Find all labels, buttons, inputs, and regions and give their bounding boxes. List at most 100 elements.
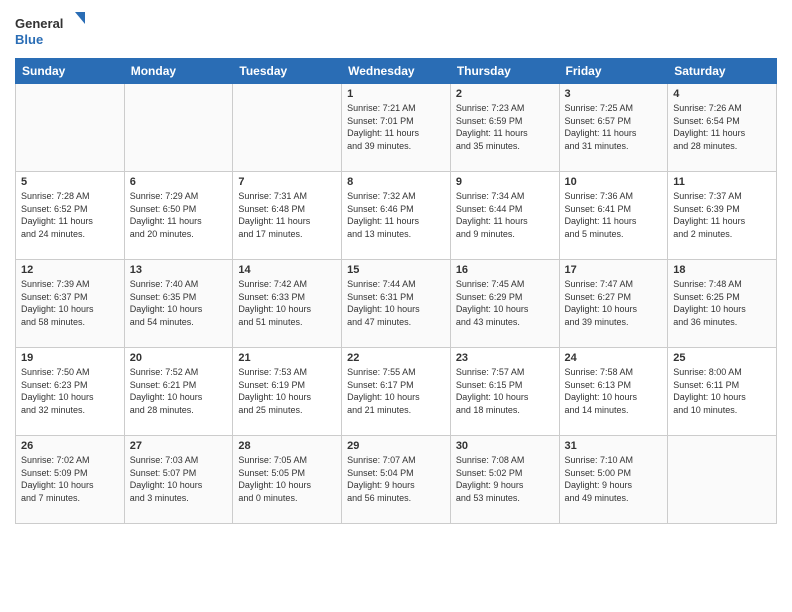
day-number: 21: [238, 352, 336, 364]
calendar-cell: [124, 84, 233, 172]
calendar-cell: 17Sunrise: 7:47 AM Sunset: 6:27 PM Dayli…: [559, 260, 668, 348]
calendar-week-5: 26 Sunrise: 7:02 AM Sunset: 5:09 PM Dayli…: [16, 436, 777, 524]
calendar-cell: 18 Sunrise: 7:48 AM Sunset: 6:25 PM Dayli…: [668, 260, 777, 348]
day-number: 5: [21, 176, 119, 188]
day-info: Sunrise: 7:50 AM Sunset: 6:23 PM Dayligh…: [21, 366, 119, 416]
day-number: 11: [673, 176, 771, 188]
weekday-header-sunday: Sunday: [16, 59, 125, 84]
day-number: 27: [130, 440, 228, 452]
calendar-container: GeneralBlue SundayMondayTuesdayWednesday…: [0, 0, 792, 534]
day-info: Sunrise: 7:10 AM Sunset: 5:00 PM Dayligh…: [565, 454, 663, 504]
weekday-header-monday: Monday: [124, 59, 233, 84]
day-info: Sunrise: 7:37 AM Sunset: 6:39 PM Dayligh…: [673, 190, 771, 240]
day-info: Sunrise: 7:53 AM Sunset: 6:19 PM Dayligh…: [238, 366, 336, 416]
calendar-cell: 16Sunrise: 7:45 AM Sunset: 6:29 PM Dayli…: [450, 260, 559, 348]
day-info: Sunrise: 7:39 AM Sunset: 6:37 PM Dayligh…: [21, 278, 119, 328]
day-info: Sunrise: 8:00 AM Sunset: 6:11 PM Dayligh…: [673, 366, 771, 416]
calendar-cell: [16, 84, 125, 172]
day-number: 4: [673, 88, 771, 100]
day-info: Sunrise: 7:31 AM Sunset: 6:48 PM Dayligh…: [238, 190, 336, 240]
day-info: Sunrise: 7:29 AM Sunset: 6:50 PM Dayligh…: [130, 190, 228, 240]
weekday-header-thursday: Thursday: [450, 59, 559, 84]
calendar-cell: 14 Sunrise: 7:42 AM Sunset: 6:33 PM Dayli…: [233, 260, 342, 348]
day-number: 22: [347, 352, 445, 364]
day-number: 3: [565, 88, 663, 100]
calendar-cell: 27 Sunrise: 7:03 AM Sunset: 5:07 PM Dayli…: [124, 436, 233, 524]
day-info: Sunrise: 7:28 AM Sunset: 6:52 PM Dayligh…: [21, 190, 119, 240]
day-info: Sunrise: 7:58 AM Sunset: 6:13 PM Dayligh…: [565, 366, 663, 416]
calendar-week-3: 12 Sunrise: 7:39 AM Sunset: 6:37 PM Dayli…: [16, 260, 777, 348]
day-info: Sunrise: 7:36 AM Sunset: 6:41 PM Dayligh…: [565, 190, 663, 240]
day-info: Sunrise: 7:23 AM Sunset: 6:59 PM Dayligh…: [456, 102, 554, 152]
day-number: 26: [21, 440, 119, 452]
day-number: 20: [130, 352, 228, 364]
calendar-cell: 28 Sunrise: 7:05 AM Sunset: 5:05 PM Dayli…: [233, 436, 342, 524]
day-number: 13: [130, 264, 228, 276]
calendar-cell: 8 Sunrise: 7:32 AM Sunset: 6:46 PM Daylig…: [342, 172, 451, 260]
calendar-cell: 13 Sunrise: 7:40 AM Sunset: 6:35 PM Dayli…: [124, 260, 233, 348]
logo-icon: GeneralBlue: [15, 10, 85, 50]
day-info: Sunrise: 7:32 AM Sunset: 6:46 PM Dayligh…: [347, 190, 445, 240]
day-number: 10: [565, 176, 663, 188]
day-info: Sunrise: 7:44 AM Sunset: 6:31 PM Dayligh…: [347, 278, 445, 328]
svg-text:General: General: [15, 16, 63, 31]
calendar-cell: 31Sunrise: 7:10 AM Sunset: 5:00 PM Dayli…: [559, 436, 668, 524]
calendar-cell: 15 Sunrise: 7:44 AM Sunset: 6:31 PM Dayli…: [342, 260, 451, 348]
calendar-cell: 6 Sunrise: 7:29 AM Sunset: 6:50 PM Daylig…: [124, 172, 233, 260]
day-number: 18: [673, 264, 771, 276]
calendar-cell: 21 Sunrise: 7:53 AM Sunset: 6:19 PM Dayli…: [233, 348, 342, 436]
calendar-cell: 7 Sunrise: 7:31 AM Sunset: 6:48 PM Daylig…: [233, 172, 342, 260]
calendar-cell: 5 Sunrise: 7:28 AM Sunset: 6:52 PM Daylig…: [16, 172, 125, 260]
logo: GeneralBlue: [15, 10, 85, 50]
day-number: 1: [347, 88, 445, 100]
day-info: Sunrise: 7:34 AM Sunset: 6:44 PM Dayligh…: [456, 190, 554, 240]
day-number: 12: [21, 264, 119, 276]
calendar-cell: 30 Sunrise: 7:08 AM Sunset: 5:02 PM Dayli…: [450, 436, 559, 524]
day-number: 23: [456, 352, 554, 364]
day-number: 6: [130, 176, 228, 188]
day-number: 25: [673, 352, 771, 364]
day-info: Sunrise: 7:48 AM Sunset: 6:25 PM Dayligh…: [673, 278, 771, 328]
day-number: 28: [238, 440, 336, 452]
day-number: 19: [21, 352, 119, 364]
day-info: Sunrise: 7:05 AM Sunset: 5:05 PM Dayligh…: [238, 454, 336, 504]
day-number: 14: [238, 264, 336, 276]
calendar-cell: 12 Sunrise: 7:39 AM Sunset: 6:37 PM Dayli…: [16, 260, 125, 348]
day-number: 2: [456, 88, 554, 100]
day-number: 7: [238, 176, 336, 188]
calendar-week-2: 5 Sunrise: 7:28 AM Sunset: 6:52 PM Daylig…: [16, 172, 777, 260]
day-number: 29: [347, 440, 445, 452]
day-info: Sunrise: 7:25 AM Sunset: 6:57 PM Dayligh…: [565, 102, 663, 152]
calendar-cell: 22Sunrise: 7:55 AM Sunset: 6:17 PM Dayli…: [342, 348, 451, 436]
day-info: Sunrise: 7:08 AM Sunset: 5:02 PM Dayligh…: [456, 454, 554, 504]
day-number: 8: [347, 176, 445, 188]
calendar-cell: 26 Sunrise: 7:02 AM Sunset: 5:09 PM Dayli…: [16, 436, 125, 524]
day-info: Sunrise: 7:07 AM Sunset: 5:04 PM Dayligh…: [347, 454, 445, 504]
day-number: 15: [347, 264, 445, 276]
day-info: Sunrise: 7:02 AM Sunset: 5:09 PM Dayligh…: [21, 454, 119, 504]
calendar-table: SundayMondayTuesdayWednesdayThursdayFrid…: [15, 58, 777, 524]
calendar-cell: 1 Sunrise: 7:21 AM Sunset: 7:01 PM Daylig…: [342, 84, 451, 172]
day-info: Sunrise: 7:26 AM Sunset: 6:54 PM Dayligh…: [673, 102, 771, 152]
day-info: Sunrise: 7:57 AM Sunset: 6:15 PM Dayligh…: [456, 366, 554, 416]
day-info: Sunrise: 7:42 AM Sunset: 6:33 PM Dayligh…: [238, 278, 336, 328]
day-info: Sunrise: 7:03 AM Sunset: 5:07 PM Dayligh…: [130, 454, 228, 504]
calendar-cell: 24 Sunrise: 7:58 AM Sunset: 6:13 PM Dayli…: [559, 348, 668, 436]
svg-text:Blue: Blue: [15, 32, 43, 47]
weekday-header-tuesday: Tuesday: [233, 59, 342, 84]
calendar-week-4: 19 Sunrise: 7:50 AM Sunset: 6:23 PM Dayli…: [16, 348, 777, 436]
day-number: 30: [456, 440, 554, 452]
calendar-cell: 23 Sunrise: 7:57 AM Sunset: 6:15 PM Dayli…: [450, 348, 559, 436]
calendar-cell: 10 Sunrise: 7:36 AM Sunset: 6:41 PM Dayli…: [559, 172, 668, 260]
calendar-cell: 25 Sunrise: 8:00 AM Sunset: 6:11 PM Dayli…: [668, 348, 777, 436]
day-info: Sunrise: 7:21 AM Sunset: 7:01 PM Dayligh…: [347, 102, 445, 152]
day-info: Sunrise: 7:52 AM Sunset: 6:21 PM Dayligh…: [130, 366, 228, 416]
calendar-cell: [233, 84, 342, 172]
day-info: Sunrise: 7:45 AM Sunset: 6:29 PM Dayligh…: [456, 278, 554, 328]
calendar-cell: 11 Sunrise: 7:37 AM Sunset: 6:39 PM Dayli…: [668, 172, 777, 260]
day-info: Sunrise: 7:40 AM Sunset: 6:35 PM Dayligh…: [130, 278, 228, 328]
calendar-cell: 20 Sunrise: 7:52 AM Sunset: 6:21 PM Dayli…: [124, 348, 233, 436]
calendar-cell: 4 Sunrise: 7:26 AM Sunset: 6:54 PM Daylig…: [668, 84, 777, 172]
weekday-header-row: SundayMondayTuesdayWednesdayThursdayFrid…: [16, 59, 777, 84]
day-number: 24: [565, 352, 663, 364]
